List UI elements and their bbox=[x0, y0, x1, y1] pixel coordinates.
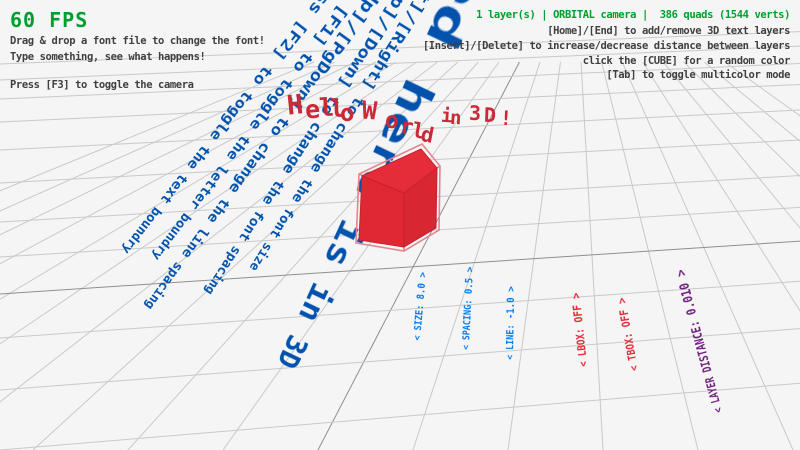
hello-letter: o bbox=[340, 101, 354, 125]
help-add-remove-layers: [Home]/[End] to add/remove 3D text layer… bbox=[547, 25, 790, 37]
fps-counter: 60 FPS bbox=[10, 8, 88, 32]
cube-faces[interactable] bbox=[359, 149, 437, 247]
help-drag-drop: Drag & drop a font file to change the fo… bbox=[10, 35, 265, 47]
status-line: 1 layer(s) | ORBITAL camera | 386 quads … bbox=[476, 9, 790, 21]
3d-viewport[interactable]: press [F2] to toggle the text boundry pr… bbox=[0, 0, 800, 450]
help-toggle-camera: Press [F3] to toggle the camera bbox=[10, 79, 194, 91]
help-cube-random-color: click the [CUBE] for a random color bbox=[583, 55, 790, 67]
help-layer-distance: [Insert]/[Delete] to increase/decrease d… bbox=[423, 40, 790, 52]
hello-letter: W bbox=[361, 98, 378, 124]
hello-letter: o bbox=[384, 109, 401, 134]
hello-letter: H bbox=[286, 91, 305, 120]
help-multicolor-mode: [Tab] to toggle multicolor mode bbox=[606, 69, 790, 81]
hello-letter: D bbox=[484, 105, 497, 125]
cube[interactable] bbox=[0, 0, 800, 450]
help-type-something: Type something, see what happens! bbox=[10, 51, 205, 63]
hello-letter: ! bbox=[499, 108, 512, 129]
hello-letter: n bbox=[450, 109, 462, 129]
hello-letter: 3 bbox=[469, 103, 481, 123]
